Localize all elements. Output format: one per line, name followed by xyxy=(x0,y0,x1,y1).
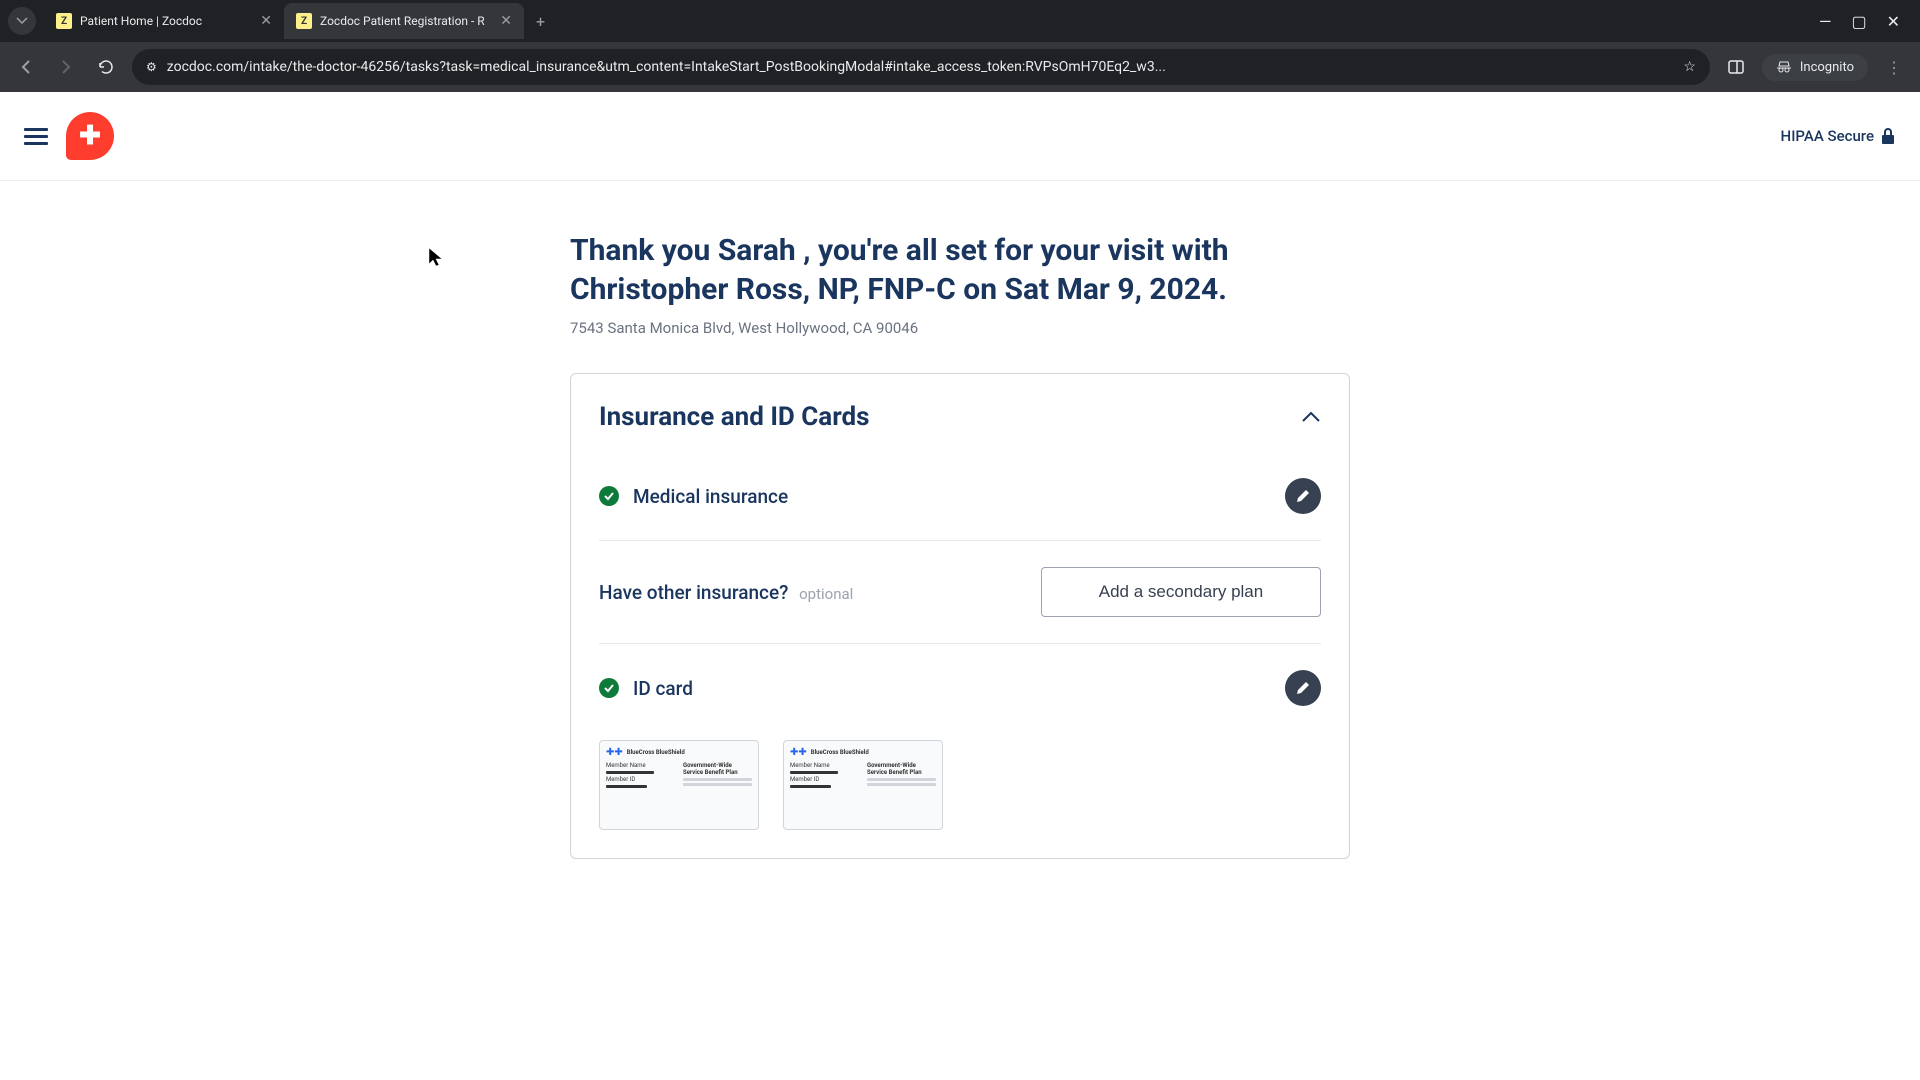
close-window-icon[interactable]: ✕ xyxy=(1887,12,1900,31)
tab-title: Zocdoc Patient Registration - R xyxy=(320,14,492,28)
cursor-icon xyxy=(428,247,446,269)
browser-tab-inactive[interactable]: Z Patient Home | Zocdoc ✕ xyxy=(44,3,284,39)
header-left: ✚ xyxy=(24,112,114,160)
optional-tag: optional xyxy=(799,585,853,603)
nav-bar: ⚙ zocdoc.com/intake/the-doctor-46256/tas… xyxy=(0,42,1920,92)
close-icon[interactable]: ✕ xyxy=(260,13,272,29)
page-content: ✚ HIPAA Secure Thank you Sarah , you're … xyxy=(0,92,1920,1080)
site-header: ✚ HIPAA Secure xyxy=(0,92,1920,181)
bookmark-icon[interactable]: ☆ xyxy=(1683,59,1696,75)
pencil-icon xyxy=(1295,488,1311,504)
tab-favicon: Z xyxy=(56,13,72,29)
check-icon xyxy=(599,486,619,506)
chevron-up-icon xyxy=(1301,411,1321,423)
edit-medical-insurance-button[interactable] xyxy=(1285,478,1321,514)
tab-title: Patient Home | Zocdoc xyxy=(80,14,252,28)
browser-chrome: Z Patient Home | Zocdoc ✕ Z Zocdoc Patie… xyxy=(0,0,1920,92)
tab-favicon: Z xyxy=(296,13,312,29)
insurance-card: Insurance and ID Cards Medical insurance xyxy=(570,373,1350,859)
browser-menu-button[interactable]: ⋮ xyxy=(1880,58,1908,77)
url-bar[interactable]: ⚙ zocdoc.com/intake/the-doctor-46256/tas… xyxy=(132,49,1710,85)
divider xyxy=(599,643,1321,644)
main-content: Thank you Sarah , you're all set for you… xyxy=(550,181,1370,909)
back-button[interactable] xyxy=(12,58,40,76)
side-panel-button[interactable] xyxy=(1722,58,1750,76)
hipaa-secure-badge: HIPAA Secure xyxy=(1781,127,1896,145)
forward-button[interactable] xyxy=(52,58,80,76)
maximize-icon[interactable]: ▢ xyxy=(1851,12,1866,31)
pencil-icon xyxy=(1295,680,1311,696)
other-insurance-label: Have other insurance? optional xyxy=(599,581,853,604)
hipaa-label: HIPAA Secure xyxy=(1781,127,1874,145)
divider xyxy=(599,540,1321,541)
add-secondary-plan-button[interactable]: Add a secondary plan xyxy=(1041,567,1321,617)
card-header-toggle[interactable]: Insurance and ID Cards xyxy=(599,402,1321,432)
reload-button[interactable] xyxy=(92,58,120,76)
tab-search-button[interactable] xyxy=(8,7,36,35)
page-title: Thank you Sarah , you're all set for you… xyxy=(570,231,1350,309)
other-insurance-row: Have other insurance? optional Add a sec… xyxy=(599,549,1321,635)
edit-id-card-button[interactable] xyxy=(1285,670,1321,706)
id-card-front-image[interactable]: ✚✚ BlueCross BlueShield Member Name Memb… xyxy=(599,740,759,830)
site-settings-icon[interactable]: ⚙ xyxy=(146,60,157,74)
incognito-label: Incognito xyxy=(1800,60,1854,75)
lock-icon xyxy=(1880,127,1896,145)
close-icon[interactable]: ✕ xyxy=(500,13,512,29)
id-card-back-image[interactable]: ✚✚ BlueCross BlueShield Member Name Memb… xyxy=(783,740,943,830)
card-title: Insurance and ID Cards xyxy=(599,402,869,432)
new-tab-button[interactable]: + xyxy=(524,12,557,31)
id-card-row: ID card xyxy=(599,652,1321,724)
minimize-icon[interactable]: — xyxy=(1819,12,1832,31)
address-text: 7543 Santa Monica Blvd, West Hollywood, … xyxy=(570,319,1350,337)
check-icon xyxy=(599,678,619,698)
zocdoc-logo[interactable]: ✚ xyxy=(66,112,114,160)
medical-insurance-label: Medical insurance xyxy=(633,485,788,508)
incognito-badge[interactable]: Incognito xyxy=(1762,54,1868,81)
menu-button[interactable] xyxy=(24,124,48,149)
tab-bar: Z Patient Home | Zocdoc ✕ Z Zocdoc Patie… xyxy=(0,0,1920,42)
id-card-label: ID card xyxy=(633,677,693,700)
browser-tab-active[interactable]: Z Zocdoc Patient Registration - R ✕ xyxy=(284,3,524,39)
url-text: zocdoc.com/intake/the-doctor-46256/tasks… xyxy=(167,59,1674,75)
id-cards-preview: ✚✚ BlueCross BlueShield Member Name Memb… xyxy=(599,740,1321,830)
plus-icon: ✚ xyxy=(79,121,101,151)
window-controls: — ▢ ✕ xyxy=(1819,12,1912,31)
medical-insurance-row: Medical insurance xyxy=(599,460,1321,532)
